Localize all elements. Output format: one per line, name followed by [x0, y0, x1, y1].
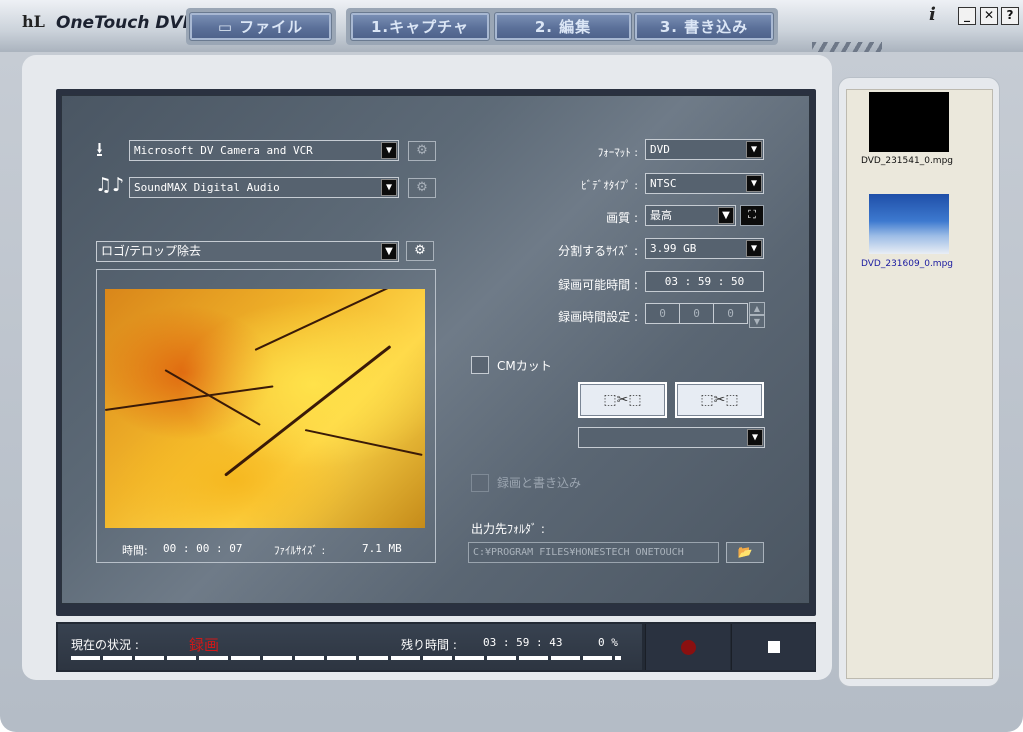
tab-edit-label: 2. 編集 [534, 18, 592, 36]
close-x-button[interactable]: ✕ [980, 7, 998, 25]
video-settings-button[interactable]: ⚙ [408, 141, 436, 161]
info-icon[interactable]: i [929, 4, 936, 25]
remaining-time-value: 03 : 59 : 43 [483, 636, 563, 649]
spin-up-button[interactable]: ▲ [749, 302, 765, 315]
cm-cut-checkbox[interactable] [471, 356, 489, 374]
cut-in-button[interactable]: ⬚✂⬚ [578, 382, 667, 418]
quality-value: 最高 [650, 209, 672, 222]
gear-icon: ⚙ [414, 243, 426, 258]
audio-settings-button[interactable]: ⚙ [408, 178, 436, 198]
record-seconds-field[interactable]: 0 [713, 303, 748, 324]
fullscreen-icon[interactable]: ⛶ [740, 205, 764, 226]
minimize-button[interactable]: _ [958, 7, 976, 25]
filter-value: ロゴ/テロップ除去 [101, 244, 202, 258]
output-folder-label: 出力先ﾌｫﾙﾀﾞ : [471, 522, 545, 536]
chevron-down-icon[interactable]: ▼ [381, 179, 397, 196]
remaining-time-label: 残り時間 : [401, 638, 457, 652]
gear-icon: ⚙ [416, 143, 428, 158]
chevron-down-icon[interactable]: ▼ [381, 243, 397, 260]
format-select[interactable]: DVD ▼ [645, 139, 764, 160]
record-and-burn-checkbox[interactable] [471, 474, 489, 492]
download-arrow-icon: ⭳ [96, 137, 103, 161]
preview-time-label: 時間: [122, 544, 148, 557]
status-label: 現在の状況 : [71, 638, 139, 652]
tab-burn[interactable]: 3. 書き込み [634, 12, 774, 41]
decorative-stripes [812, 42, 882, 52]
file-name[interactable]: DVD_231541_0.mpg [861, 156, 953, 166]
record-and-burn-label: 録画と書き込み [497, 476, 582, 490]
output-folder-path[interactable]: C:¥PROGRAM FILES¥HONESTECH ONETOUCH [468, 542, 719, 563]
chevron-down-icon[interactable]: ▼ [718, 207, 734, 224]
tree-branch [254, 289, 392, 351]
record-time-set-label: 録画時間設定 : [558, 310, 638, 324]
hl-logo-icon: hL [22, 12, 45, 31]
preview-size-label: ﾌｧｲﾙｻｲｽﾞ : [274, 544, 326, 557]
open-folder-icon: 📂 [737, 545, 753, 559]
scissors-icon: ⬚✂⬚ [700, 392, 739, 408]
status-value: 録画 [189, 636, 220, 654]
stop-icon [768, 641, 780, 653]
tree-branch [224, 345, 392, 477]
chevron-down-icon[interactable]: ▼ [381, 142, 397, 159]
music-notes-icon: ♫♪ [95, 174, 125, 196]
help-button[interactable]: ? [1001, 7, 1019, 25]
split-size-select[interactable]: 3.99 GB ▼ [645, 238, 764, 259]
spin-down-button[interactable]: ▼ [749, 315, 765, 328]
tab-capture[interactable]: 1.キャプチャ [350, 12, 490, 41]
chevron-down-icon[interactable]: ▼ [746, 141, 762, 158]
file-thumbnail[interactable] [869, 92, 949, 152]
folder-icon: ▭ [217, 17, 234, 36]
file-list-panel [846, 89, 993, 679]
video-type-select[interactable]: NTSC ▼ [645, 173, 764, 194]
preview-size-value: 7.1 MB [362, 542, 402, 555]
gear-icon: ⚙ [416, 180, 428, 195]
format-value: DVD [650, 143, 670, 156]
audio-device-value: SoundMAX Digital Audio [134, 181, 280, 194]
chevron-down-icon[interactable]: ▼ [746, 240, 762, 257]
chevron-down-icon[interactable]: ▼ [747, 429, 763, 446]
record-minutes-field[interactable]: 0 [679, 303, 714, 324]
format-label: ﾌｫｰﾏｯﾄ : [597, 146, 638, 159]
split-size-label: 分割するｻｲｽﾞ : [558, 244, 638, 258]
recordable-time-label: 録画可能時間 : [558, 278, 638, 292]
video-preview [105, 289, 425, 528]
scissors-icon: ⬚✂⬚ [603, 392, 642, 408]
tree-branch [304, 429, 423, 456]
tab-file-label: ファイル [239, 18, 304, 36]
tab-file[interactable]: ▭ ファイル [189, 12, 332, 41]
quality-label: 画質 : [606, 211, 638, 225]
cm-cut-label: CMカット [497, 359, 552, 373]
tab-burn-label: 3. 書き込み [659, 18, 749, 36]
preview-time-value: 00 : 00 : 07 [163, 542, 243, 555]
app-title: OneTouch DVD [56, 13, 197, 33]
file-name[interactable]: DVD_231609_0.mpg [861, 259, 953, 269]
filter-settings-button[interactable]: ⚙ [406, 241, 434, 261]
recordable-time-field: 03 : 59 : 50 [645, 271, 764, 292]
record-icon [681, 640, 696, 655]
cm-cut-select[interactable]: ▼ [578, 427, 765, 448]
browse-folder-button[interactable]: 📂 [726, 542, 764, 563]
tab-capture-label: 1.キャプチャ [371, 18, 469, 36]
audio-device-select[interactable]: SoundMAX Digital Audio ▼ [129, 177, 399, 198]
video-device-value: Microsoft DV Camera and VCR [134, 144, 313, 157]
video-type-value: NTSC [650, 177, 677, 190]
filter-select[interactable]: ロゴ/テロップ除去 ▼ [96, 241, 399, 262]
cut-out-button[interactable]: ⬚✂⬚ [675, 382, 764, 418]
progress-percent: 0 % [598, 636, 618, 649]
split-size-value: 3.99 GB [650, 242, 697, 255]
record-hours-field[interactable]: 0 [645, 303, 680, 324]
quality-select[interactable]: 最高 ▼ [645, 205, 736, 226]
tree-branch [105, 385, 274, 411]
video-device-select[interactable]: Microsoft DV Camera and VCR ▼ [129, 140, 399, 161]
video-type-label: ﾋﾞﾃﾞｵﾀｲﾌﾟ : [581, 179, 638, 192]
file-thumbnail[interactable] [869, 194, 949, 254]
chevron-down-icon[interactable]: ▼ [746, 175, 762, 192]
progress-bar [71, 656, 621, 660]
tab-edit[interactable]: 2. 編集 [494, 12, 632, 41]
